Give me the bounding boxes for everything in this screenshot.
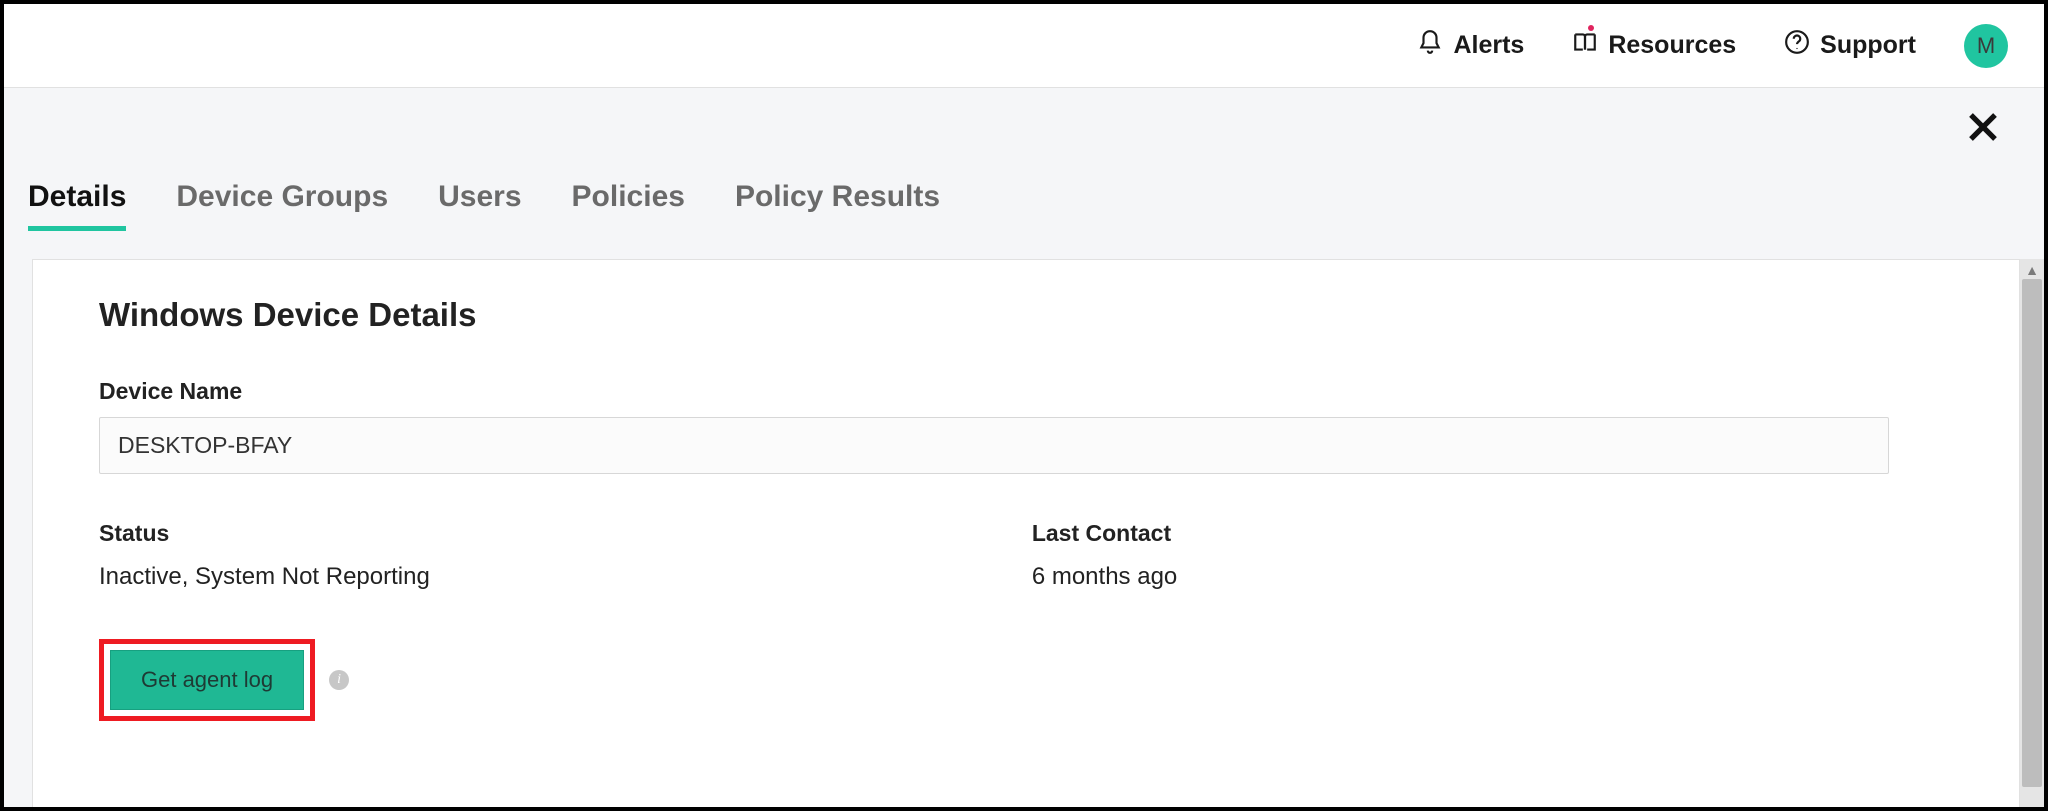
tab-device-groups[interactable]: Device Groups <box>176 180 388 231</box>
device-name-label: Device Name <box>99 378 1953 405</box>
tab-policy-results[interactable]: Policy Results <box>735 180 940 231</box>
tab-policies[interactable]: Policies <box>572 180 685 231</box>
alerts-link[interactable]: Alerts <box>1417 29 1524 62</box>
details-card: Windows Device Details Device Name Statu… <box>32 259 2020 807</box>
tab-bar: Details Device Groups Users Policies Policy … <box>4 150 2044 231</box>
top-bar: Alerts Resources Support M <box>4 4 2044 88</box>
close-button[interactable] <box>1962 108 2004 150</box>
resources-link[interactable]: Resources <box>1572 29 1736 62</box>
scroll-up-arrow-icon: ▲ <box>2025 263 2039 277</box>
status-label: Status <box>99 520 952 547</box>
close-icon <box>1965 109 2001 150</box>
alerts-label: Alerts <box>1453 31 1524 60</box>
book-icon <box>1572 29 1598 62</box>
card-title: Windows Device Details <box>99 296 1953 334</box>
status-value: Inactive, System Not Reporting <box>99 563 952 591</box>
content-area: Details Device Groups Users Policies Policy … <box>4 88 2044 807</box>
support-label: Support <box>1820 31 1916 60</box>
help-icon <box>1784 29 1810 62</box>
last-contact-label: Last Contact <box>1032 520 1885 547</box>
resources-label: Resources <box>1608 31 1736 60</box>
info-icon[interactable]: i <box>329 670 349 690</box>
tab-users[interactable]: Users <box>438 180 521 231</box>
avatar[interactable]: M <box>1964 24 2008 68</box>
bell-icon <box>1417 29 1443 62</box>
support-link[interactable]: Support <box>1784 29 1916 62</box>
vertical-scrollbar[interactable]: ▲ <box>2020 259 2044 807</box>
highlight-box: Get agent log <box>99 639 315 721</box>
avatar-initial: M <box>1977 33 1995 59</box>
get-agent-log-button[interactable]: Get agent log <box>110 650 304 710</box>
scrollbar-thumb[interactable] <box>2022 279 2042 787</box>
last-contact-value: 6 months ago <box>1032 563 1885 591</box>
device-name-input[interactable] <box>99 417 1889 474</box>
tab-details[interactable]: Details <box>28 180 126 231</box>
